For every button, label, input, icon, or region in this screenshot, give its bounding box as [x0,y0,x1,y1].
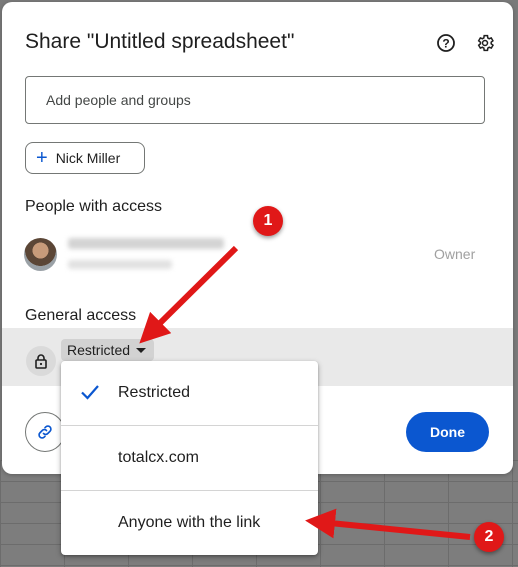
redacted-email [68,260,172,269]
access-level-dropdown[interactable]: Restricted [61,339,155,361]
plus-icon: + [36,147,48,169]
annotation-badge-2: 2 [474,522,504,552]
menu-item-label: totalcx.com [118,449,199,466]
access-level-value: Restricted [67,342,131,358]
svg-text:?: ? [442,37,449,51]
menu-item-domain[interactable]: totalcx.com [61,426,318,490]
menu-item-label: Restricted [118,384,191,401]
link-icon [38,425,52,439]
add-people-input[interactable] [25,76,485,124]
caret-down-icon [136,347,147,353]
chip-label: Nick Miller [55,150,121,166]
lock-icon [26,346,56,376]
general-access-heading: General access [25,307,137,324]
menu-item-restricted[interactable]: Restricted [61,361,318,425]
people-with-access-heading: People with access [25,198,162,215]
gear-icon[interactable] [473,31,497,55]
redacted-name [68,238,224,249]
avatar [24,238,57,271]
menu-item-anyone-with-link[interactable]: Anyone with the link [61,491,318,555]
access-level-menu: Restricted totalcx.com Anyone with the l… [61,361,318,555]
person-chip[interactable]: + Nick Miller [25,142,145,174]
help-icon[interactable]: ? [434,31,458,55]
menu-item-label: Anyone with the link [118,514,261,531]
check-icon [80,383,100,406]
copy-link-button[interactable] [25,412,65,452]
dialog-title: Share "Untitled spreadsheet" [25,30,295,53]
done-button[interactable]: Done [406,412,489,452]
annotation-badge-1: 1 [253,206,283,236]
owner-role-label: Owner [434,246,476,262]
